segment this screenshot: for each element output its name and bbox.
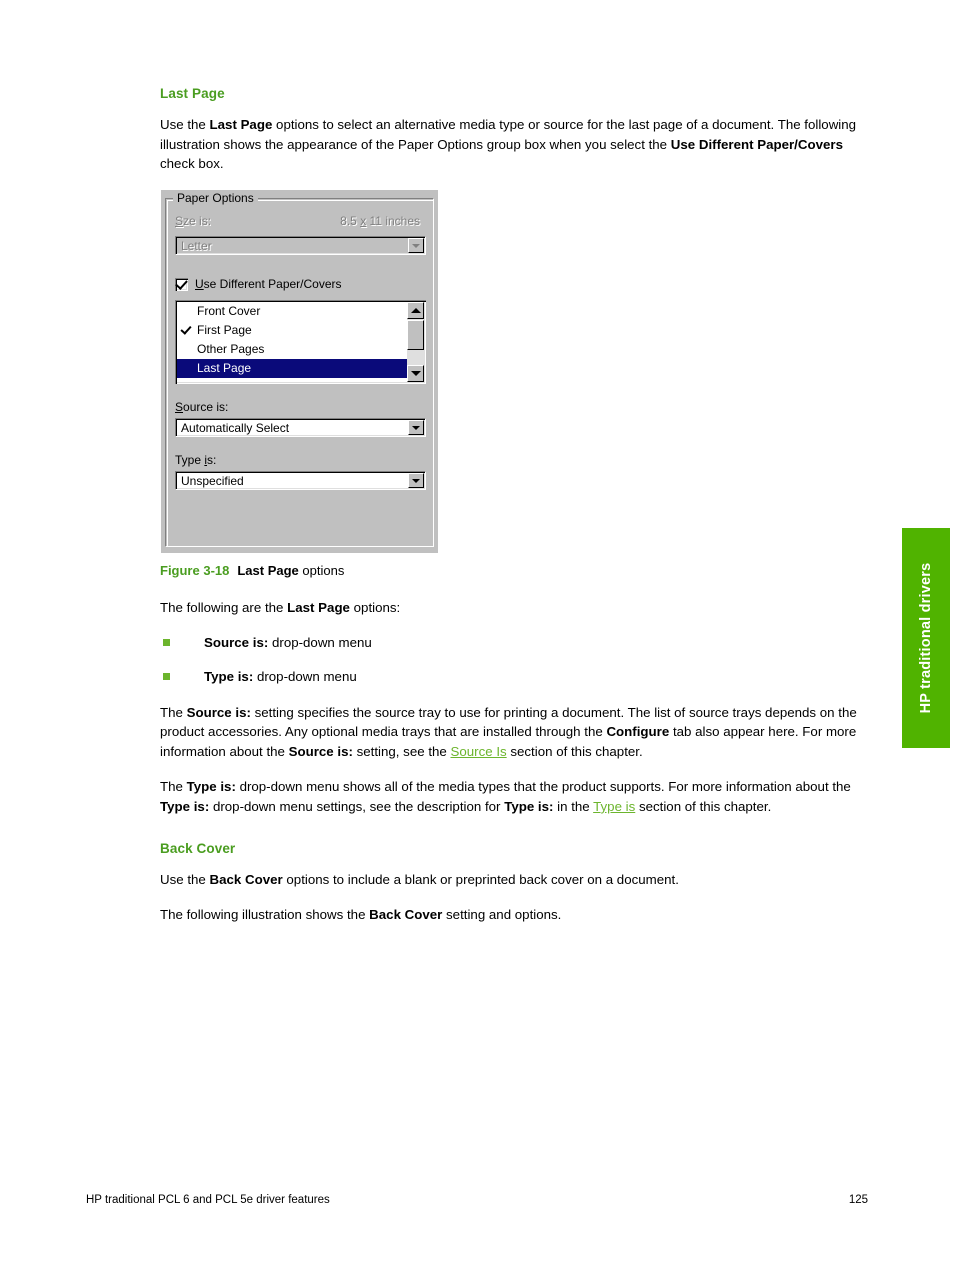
check-icon: [180, 323, 192, 335]
type-is-paragraph: The Type is: drop-down menu shows all of…: [160, 777, 878, 816]
list-item-label: Front Cover: [197, 303, 261, 318]
list-item-label: Other Pages: [197, 341, 265, 356]
text-run-bold: Type is:: [504, 798, 554, 814]
size-value-rest: 11 inches: [366, 213, 420, 228]
chevron-down-icon[interactable]: [408, 472, 424, 488]
use-different-paper-checkbox-row[interactable]: Use Different Paper/Covers: [175, 277, 426, 293]
page-title: Last Page: [160, 86, 225, 101]
figure-number: Figure 3-18: [160, 562, 230, 578]
page-content: Last Page Use the Last Page options to s…: [160, 86, 878, 941]
text-run-bold: Use Different Paper/Covers: [670, 136, 843, 152]
text-run-bold: Type is:: [186, 779, 236, 795]
size-is-row: Sze is: 8.5 x 11 inches: [175, 214, 426, 230]
type-is-label-rest: s:: [207, 452, 217, 467]
text-run: options:: [349, 599, 401, 615]
text-run: Use the: [160, 871, 210, 887]
list-item: Type is: drop-down menu: [160, 667, 878, 687]
use-different-paper-checkbox[interactable]: [175, 276, 188, 291]
text-run: section of this chapter.: [506, 743, 643, 759]
bullet-label-rest: drop-down menu: [253, 668, 357, 684]
text-run: drop-down menu settings, see the descrip…: [209, 798, 505, 814]
options-bullet-list: Source is: drop-down menu Type is: drop-…: [160, 633, 878, 686]
paper-size-value: Letter: [181, 238, 212, 253]
side-tab-label: HP traditional drivers: [918, 562, 934, 714]
text-run: The following are the: [160, 599, 288, 615]
chapter-side-tab: HP traditional drivers: [902, 528, 950, 748]
text-run: The: [160, 779, 187, 795]
text-run-bold: Configure: [606, 724, 670, 740]
type-is-value: Unspecified: [181, 473, 244, 488]
source-is-paragraph: The Source is: setting specifies the sou…: [160, 703, 878, 762]
check-icon: [175, 276, 188, 290]
listbox-scrollbar[interactable]: [407, 301, 424, 382]
square-bullet-icon: [163, 639, 170, 647]
bullet-label-bold: Source is:: [204, 635, 269, 651]
type-is-cross-reference-link[interactable]: Type is: [593, 799, 635, 814]
back-cover-paragraph-2: The following illustration shows the Bac…: [160, 905, 878, 925]
figure-caption: Figure 3-18 Last Page options: [160, 563, 878, 578]
bullet-label-rest: drop-down menu: [268, 635, 372, 651]
covers-listbox-items: Front Cover First Page Other Pages Last …: [177, 302, 407, 382]
list-item-label: First Page: [197, 322, 252, 337]
list-item-label: Last Page: [197, 360, 252, 375]
type-is-label: Type is:: [175, 452, 217, 467]
size-is-value: 8.5 x 11 inches: [340, 214, 420, 228]
covers-listbox[interactable]: Front Cover First Page Other Pages Last …: [175, 299, 426, 384]
text-run-bold: Source is:: [186, 704, 251, 720]
figure-title-bold: Last Page: [237, 562, 299, 578]
scrollbar-thumb[interactable]: [407, 319, 424, 350]
list-item-selected[interactable]: Last Page: [177, 358, 407, 378]
scroll-up-icon[interactable]: [407, 301, 424, 319]
paper-options-dialog: Paper Options Sze is: 8.5 x 11 inches Le…: [161, 189, 438, 553]
text-run: setting, see the: [352, 743, 451, 759]
footer-title: HP traditional PCL 6 and PCL 5e driver f…: [86, 1194, 330, 1206]
scroll-down-icon[interactable]: [407, 364, 424, 382]
group-box-title: Paper Options: [173, 190, 258, 205]
text-run: drop-down menu shows all of the media ty…: [235, 779, 851, 795]
list-item[interactable]: Front Cover: [177, 302, 407, 321]
chevron-down-icon[interactable]: [408, 419, 424, 435]
text-run-bold: Last Page: [287, 599, 350, 615]
type-is-dropdown[interactable]: Unspecified: [175, 470, 426, 490]
list-item: Source is: drop-down menu: [160, 633, 878, 653]
page-number: 125: [848, 1194, 868, 1206]
square-bullet-icon: [163, 672, 170, 680]
last-page-intro-paragraph: Use the Last Page options to select an a…: [160, 115, 878, 174]
text-run-bold: Type is:: [160, 798, 210, 814]
source-is-label-text: ource is:: [183, 399, 229, 414]
chevron-down-icon[interactable]: [408, 237, 424, 253]
text-run-bold: Source is:: [288, 743, 353, 759]
list-item-label: Back Cover: [197, 380, 259, 382]
text-run: setting and options.: [442, 907, 562, 923]
text-run-bold: Back Cover: [369, 907, 443, 923]
text-run: The following illustration shows the: [160, 907, 370, 923]
paper-size-dropdown[interactable]: Letter: [175, 235, 426, 255]
source-is-cross-reference-link[interactable]: Source Is: [451, 744, 507, 759]
text-run: The: [160, 704, 187, 720]
source-is-dropdown[interactable]: Automatically Select: [175, 417, 426, 437]
bullet-label-bold: Type is:: [204, 668, 254, 684]
list-item[interactable]: First Page: [177, 321, 407, 340]
options-intro-paragraph: The following are the Last Page options:: [160, 598, 878, 618]
text-run: check box.: [160, 156, 224, 172]
source-is-label: Source is:: [175, 399, 229, 414]
size-is-label: Sze is:: [175, 213, 212, 228]
use-different-paper-label: Use Different Paper/Covers: [195, 276, 342, 291]
back-cover-heading: Back Cover: [160, 840, 236, 856]
list-item[interactable]: Other Pages: [177, 340, 407, 359]
text-run: options to include a blank or preprinted…: [282, 871, 679, 887]
text-run: Use the: [160, 117, 210, 132]
text-run-bold: Back Cover: [209, 871, 283, 887]
text-run: section of this chapter.: [635, 798, 772, 814]
size-value-pre: 8.5: [340, 213, 361, 228]
size-is-label-text: ze is:: [183, 213, 212, 228]
type-is-label-pre: Type: [175, 452, 205, 467]
text-run: in the: [553, 798, 594, 814]
text-run-bold: Last Page: [209, 117, 273, 132]
use-different-paper-label-text: se Different Paper/Covers: [203, 276, 342, 291]
back-cover-paragraph-1: Use the Back Cover options to include a …: [160, 870, 878, 890]
source-is-value: Automatically Select: [181, 420, 290, 435]
list-item[interactable]: Back Cover: [177, 378, 407, 382]
figure-title-rest: options: [298, 562, 345, 578]
